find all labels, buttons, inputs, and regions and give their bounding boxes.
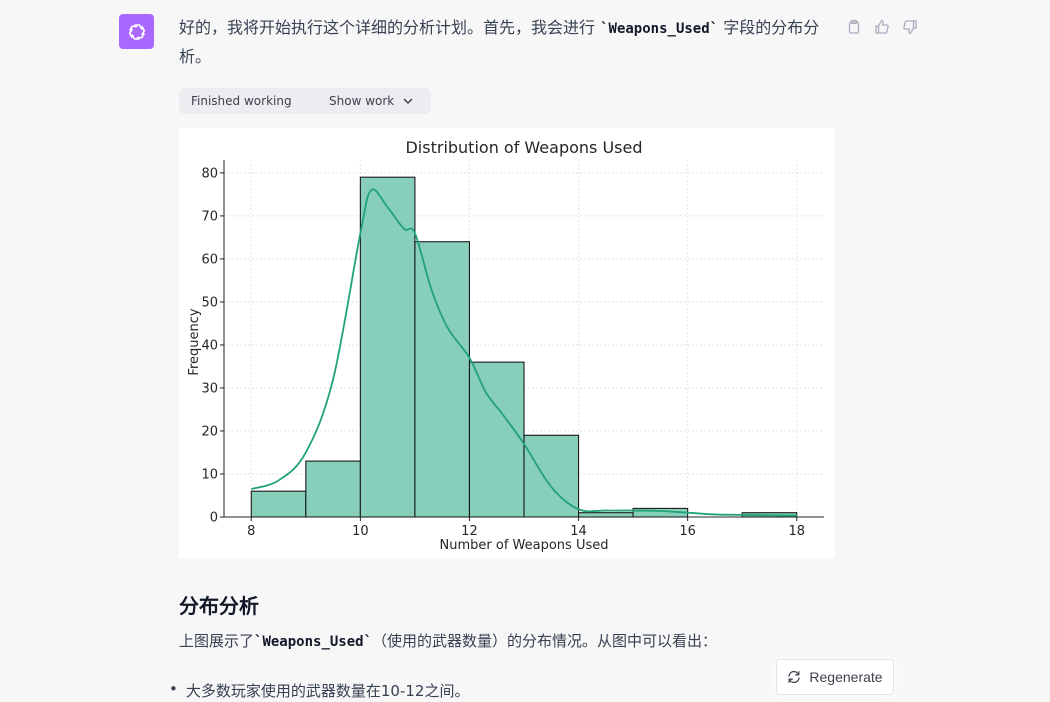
x-tick-label: 10 [352, 524, 369, 539]
analysis-paragraph: 上图展示了`Weapons_Used`（使用的武器数量）的分布情况。从图中可以看… [179, 630, 717, 651]
y-tick-label: 80 [201, 166, 218, 181]
assistant-message-text: 好的，我将开始执行这个详细的分析计划。首先，我会进行 `Weapons_Used… [179, 14, 829, 71]
inline-code: `Weapons_Used` [254, 634, 373, 650]
chart-title: Distribution of Weapons Used [405, 138, 642, 157]
list-item: • 大多数玩家使用的武器数量在10-12之间。 [169, 680, 469, 701]
chevron-down-icon [403, 98, 413, 104]
x-tick-label: 14 [570, 524, 587, 539]
x-tick-label: 12 [461, 524, 478, 539]
inline-code: `Weapons_Used` [600, 21, 719, 37]
work-status-bar: Finished working Show work [179, 88, 431, 114]
message-text-part: 好的，我将开始执行这个详细的分析计划。首先，我会进行 [179, 18, 601, 37]
y-tick-label: 0 [210, 511, 218, 526]
histogram-bar [250, 490, 307, 518]
x-tick-label: 18 [788, 524, 805, 539]
y-tick-label: 50 [201, 295, 218, 310]
openai-logo-icon [128, 23, 145, 40]
y-tick-label: 40 [201, 338, 218, 353]
thumbs-down-icon [903, 20, 917, 35]
histogram-svg: Distribution of Weapons Used 0 10 20 30 40 50… [187, 138, 824, 553]
section-heading: 分布分析 [179, 594, 259, 618]
show-work-label: Show work [329, 94, 395, 108]
histogram-bar [414, 241, 471, 518]
refresh-icon [788, 670, 801, 684]
y-axis-label: Frequency [187, 308, 202, 375]
copy-button[interactable] [843, 16, 865, 38]
histogram-bar [305, 460, 361, 518]
paragraph-text-part: 上图展示了 [179, 632, 255, 650]
y-tick-label: 30 [201, 381, 218, 396]
regenerate-label: Regenerate [809, 669, 883, 685]
x-axis-label: Number of Weapons Used [440, 538, 609, 553]
histogram-bar [577, 512, 634, 518]
bullet-dot-icon: • [169, 680, 178, 698]
message-actions [843, 16, 921, 38]
bars-layer [250, 176, 798, 518]
paragraph-text-part: （使用的武器数量）的分布情况。从图中可以看出： [372, 632, 718, 650]
thumbs-up-icon [875, 19, 889, 34]
y-tick-label: 20 [201, 424, 218, 439]
y-tick-label: 70 [201, 209, 218, 224]
list-item-text: 大多数玩家使用的武器数量在10-12之间。 [185, 682, 470, 700]
histogram-bar [468, 361, 525, 518]
y-tick-label: 60 [201, 252, 218, 267]
assistant-avatar [119, 14, 154, 49]
histogram-chart: Distribution of Weapons Used 0 10 20 30 40 50… [179, 128, 835, 558]
thumbs-down-button[interactable] [899, 16, 921, 38]
clipboard-icon [848, 19, 860, 34]
show-work-button[interactable]: Show work [329, 94, 414, 108]
y-tick-label: 10 [201, 467, 218, 482]
x-tick-label: 16 [679, 524, 696, 539]
histogram-bar [359, 176, 416, 518]
thumbs-up-button[interactable] [871, 16, 893, 38]
x-tick-label: 8 [247, 524, 255, 539]
regenerate-button[interactable]: Regenerate [776, 659, 894, 695]
finished-working-label: Finished working [191, 94, 292, 108]
